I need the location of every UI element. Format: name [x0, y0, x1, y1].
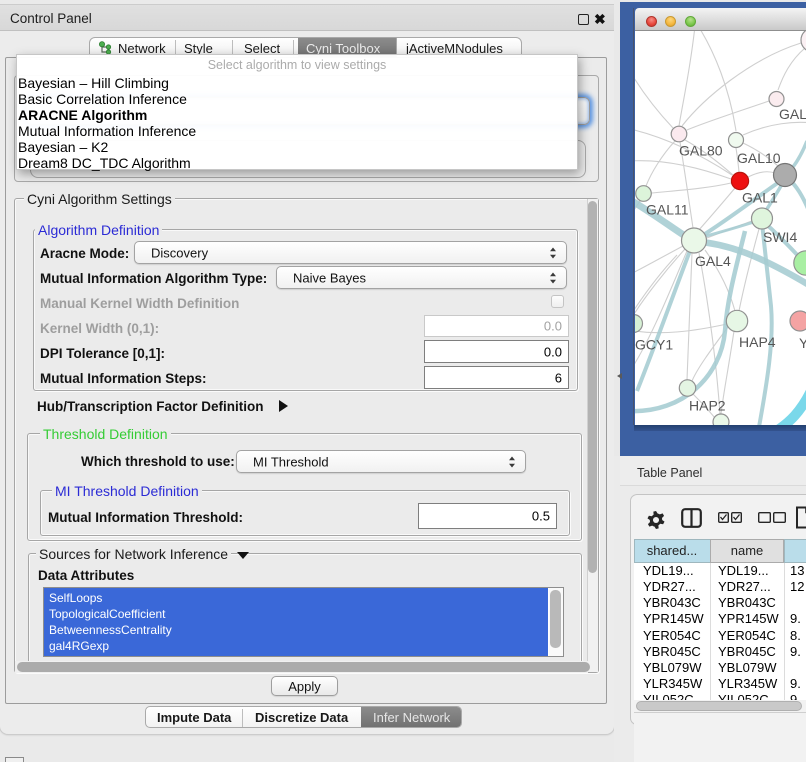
svg-text:GAL2: GAL2	[779, 106, 806, 122]
svg-text:GAL10: GAL10	[737, 150, 781, 166]
svg-text:YJL2: YJL2	[799, 335, 806, 351]
svg-text:GAL4: GAL4	[695, 253, 731, 269]
svg-text:GCY1: GCY1	[635, 337, 673, 353]
svg-text:GAL1: GAL1	[742, 190, 778, 206]
svg-text:GAL11: GAL11	[646, 202, 689, 218]
svg-text:SWI4: SWI4	[763, 229, 797, 245]
svg-text:HAP2: HAP2	[689, 398, 726, 414]
svg-text:HAP4: HAP4	[739, 334, 776, 350]
svg-text:GAL80: GAL80	[679, 143, 723, 159]
